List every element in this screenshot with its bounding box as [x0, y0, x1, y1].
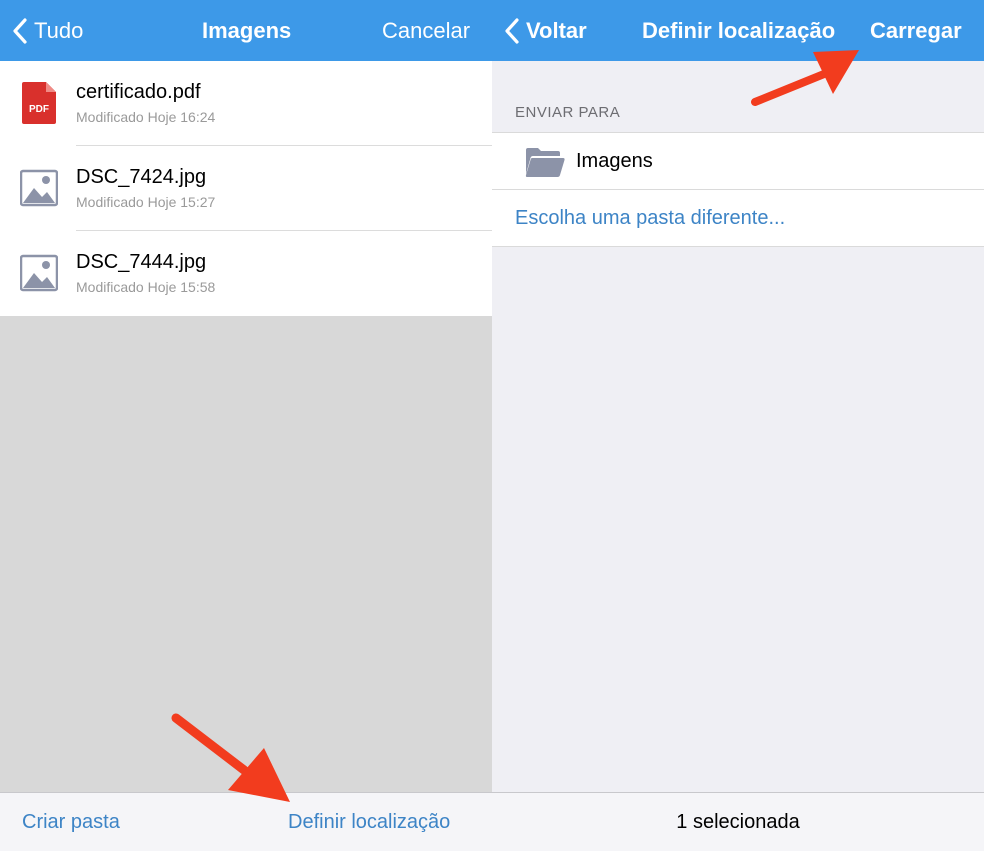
left-bottom-toolbar: Criar pasta Definir localização: [0, 792, 492, 851]
left-nav-bar: Tudo Imagens Cancelar: [0, 0, 492, 61]
right-nav-bar: Voltar Definir localização Carregar: [492, 0, 984, 61]
file-modified-date: Modificado Hoje 16:24: [76, 109, 216, 125]
file-name: DSC_7424.jpg: [76, 166, 207, 188]
page-title: Definir localização: [642, 17, 836, 43]
file-browser-panel: Tudo Imagens Cancelar PDF certificado.pd…: [0, 0, 492, 851]
file-row-certificado[interactable]: PDF certificado.pdf Modificado Hoje 16:2…: [0, 61, 492, 146]
back-button-label: Tudo: [34, 17, 84, 43]
pdf-file-icon: PDF: [22, 82, 56, 124]
file-name: certificado.pdf: [76, 81, 201, 103]
annotation-arrow-icon: [171, 713, 290, 802]
image-file-icon: [20, 169, 58, 207]
file-modified-date: Modificado Hoje 15:27: [76, 194, 216, 210]
folder-icon: [525, 148, 565, 177]
section-header: ENVIAR PARA: [515, 104, 621, 121]
pdf-icon-label: PDF: [29, 104, 49, 115]
back-button[interactable]: Tudo: [12, 0, 83, 61]
right-bottom-toolbar: 1 selecionada: [492, 792, 984, 851]
chevron-left-icon: [505, 17, 519, 44]
upload-button[interactable]: Carregar: [870, 0, 962, 61]
file-modified-date: Modificado Hoje 15:58: [76, 279, 216, 295]
image-file-icon: [20, 254, 58, 292]
selection-count: 1 selecionada: [676, 810, 800, 833]
page-title: Imagens: [202, 17, 292, 43]
destination-folder-row[interactable]: Imagens: [492, 133, 984, 190]
cancel-button[interactable]: Cancelar: [382, 0, 470, 61]
file-list: PDF certificado.pdf Modificado Hoje 16:2…: [0, 61, 492, 316]
choose-different-folder-link[interactable]: Escolha uma pasta diferente...: [492, 190, 984, 246]
destination-group: Imagens Escolha uma pasta diferente...: [492, 132, 984, 247]
set-location-panel: Voltar Definir localização Carregar ENVI…: [492, 0, 984, 851]
file-row-dsc-7424[interactable]: DSC_7424.jpg Modificado Hoje 15:27: [0, 146, 492, 231]
set-location-button[interactable]: Definir localização: [288, 793, 450, 851]
back-button[interactable]: Voltar: [504, 0, 587, 61]
create-folder-button[interactable]: Criar pasta: [22, 793, 120, 851]
back-button-label: Voltar: [526, 17, 587, 43]
file-name: DSC_7444.jpg: [76, 251, 207, 273]
destination-folder-label: Imagens: [576, 150, 653, 172]
file-row-dsc-7444[interactable]: DSC_7444.jpg Modificado Hoje 15:58: [0, 231, 492, 316]
chevron-left-icon: [13, 17, 27, 44]
